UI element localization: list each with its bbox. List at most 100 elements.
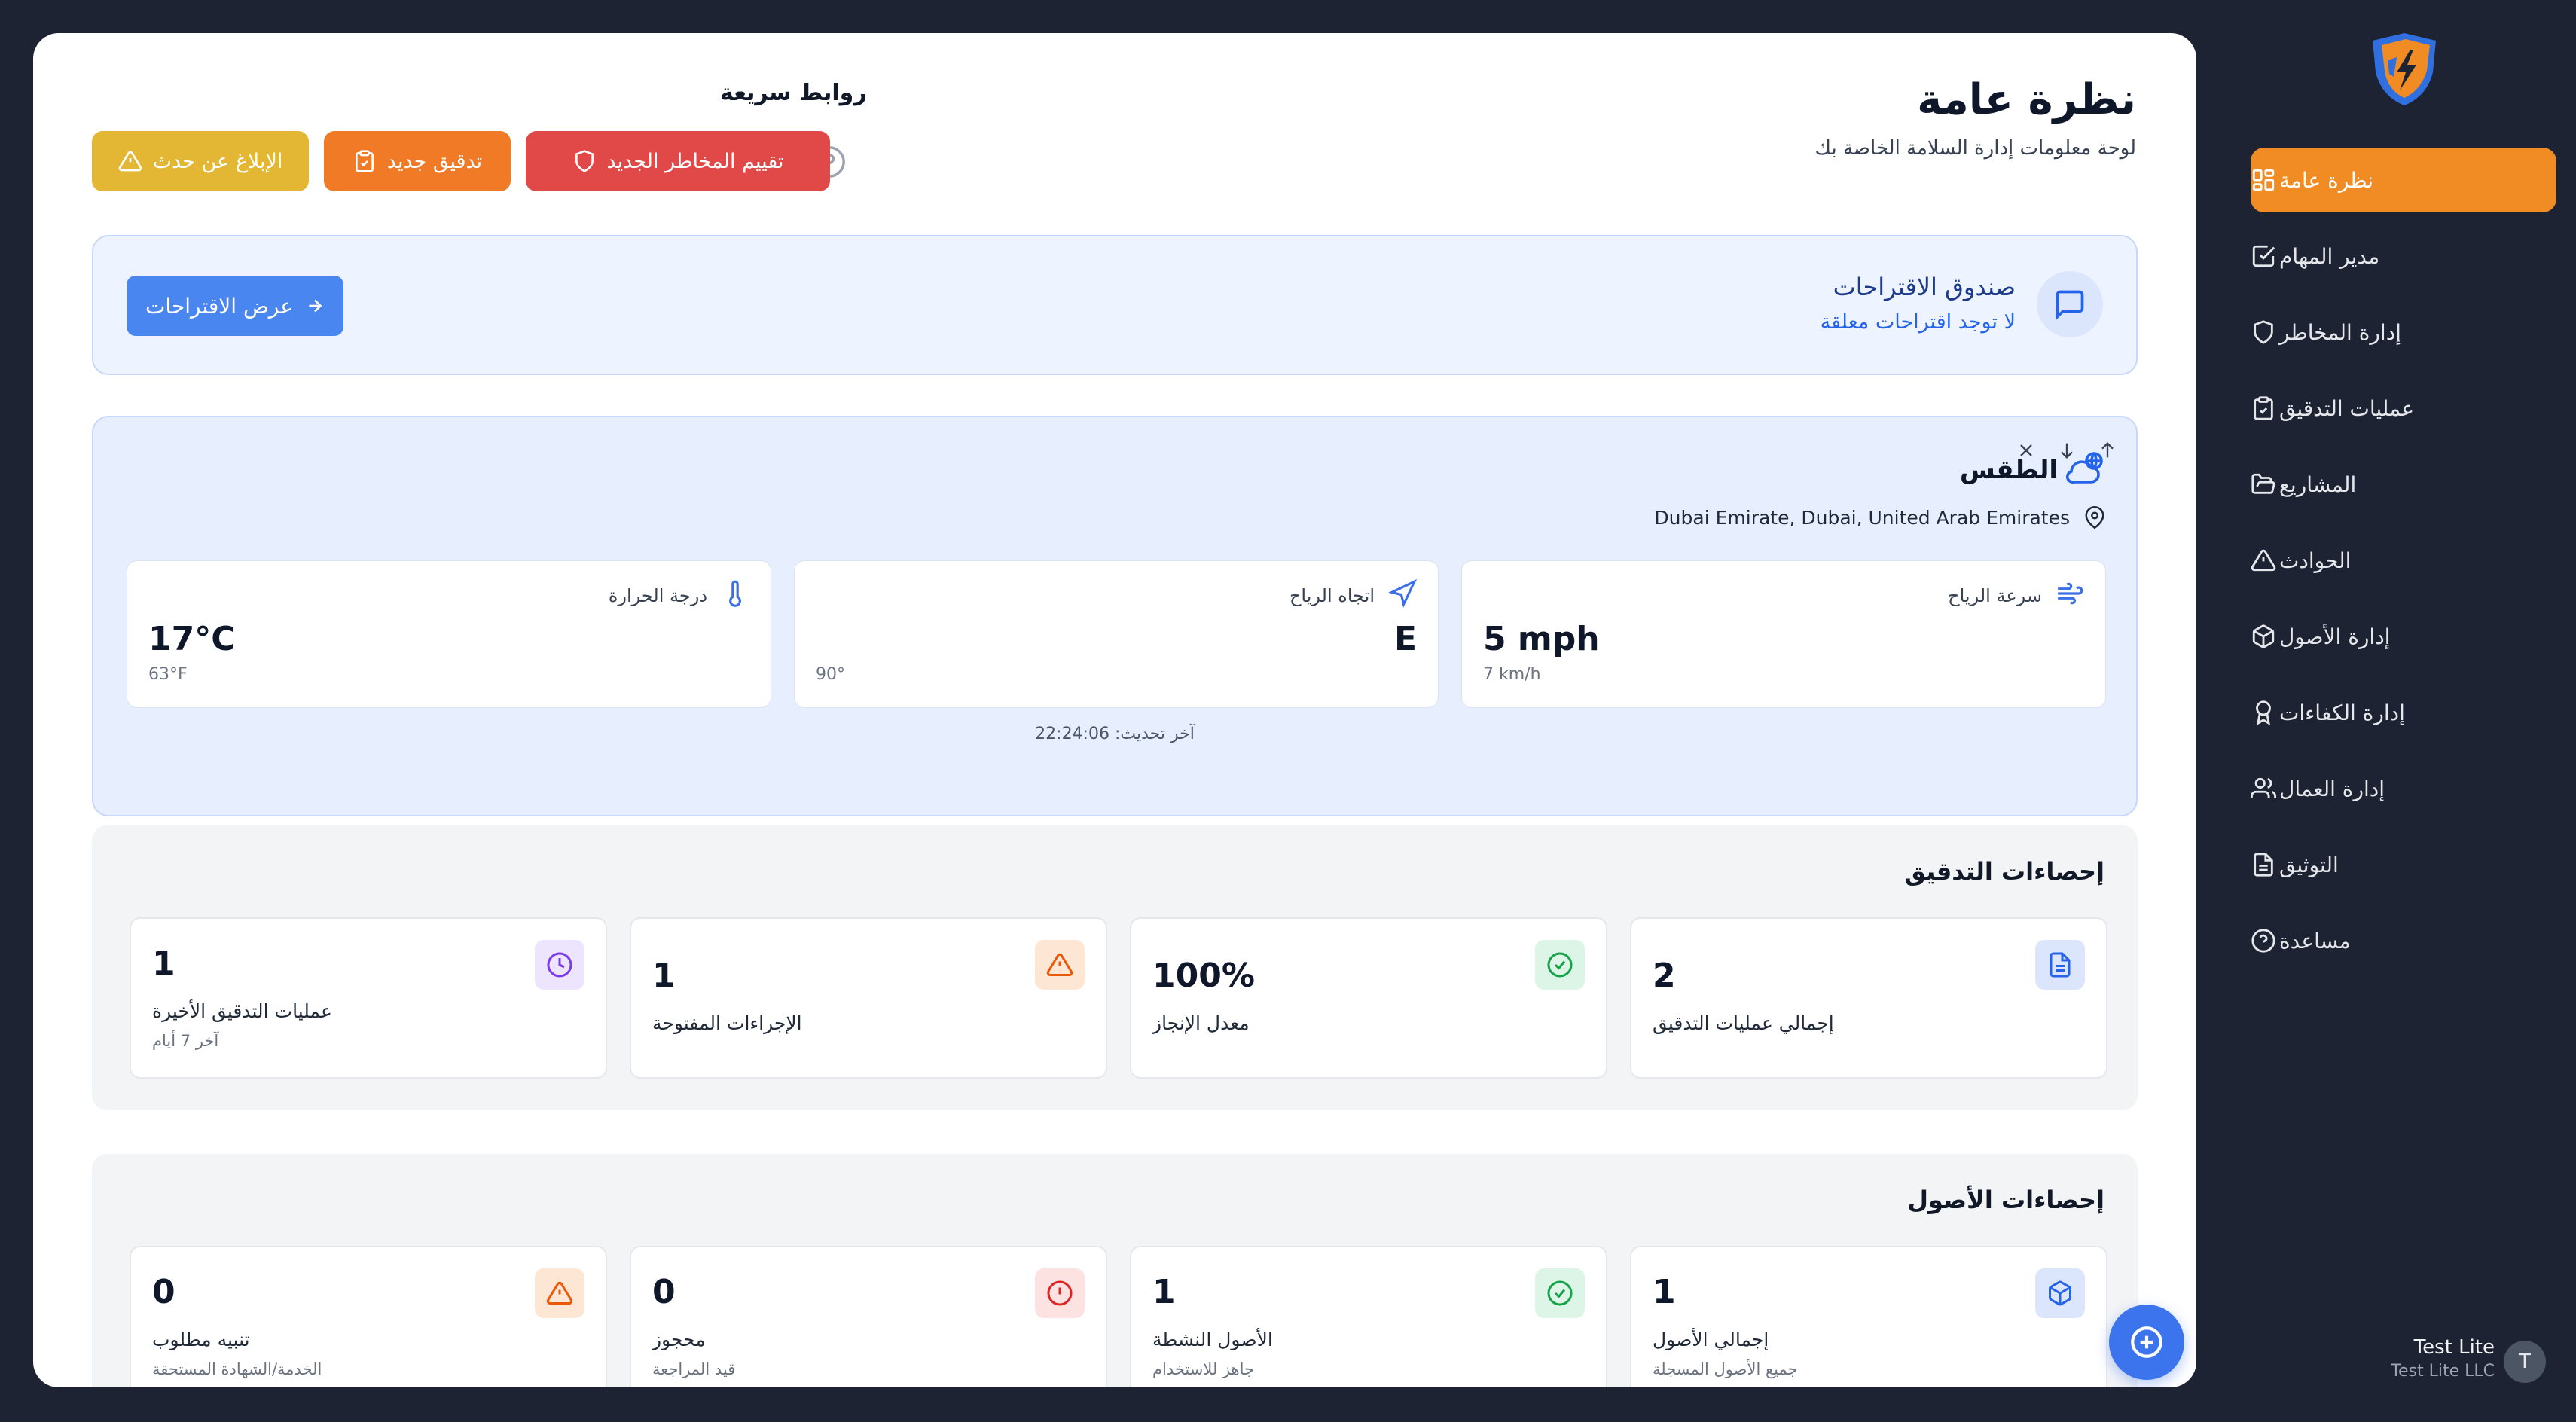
user-profile[interactable]: T Test Lite Test Lite LLC (2388, 1333, 2553, 1386)
users-icon (2251, 776, 2276, 801)
avatar[interactable]: T (2504, 1341, 2546, 1383)
stat-card-total-assets[interactable]: 1 إجمالي الأصول جميع الأصول المسجلة (1630, 1246, 2107, 1387)
sidebar-item-audits[interactable]: عمليات التدقيق (2251, 376, 2556, 441)
wind-speed-label: سرعة الرياح (1948, 585, 2042, 606)
section-title: إحصاءات التدقيق (1904, 857, 2104, 886)
arrow-down-icon[interactable] (2056, 440, 2077, 461)
button-label: تقييم المخاطر الجديد (606, 149, 784, 173)
stat-value: 1 (1653, 1273, 1676, 1311)
clipboard-check-icon (353, 149, 377, 173)
stat-value: 0 (152, 1273, 175, 1311)
stat-label: تنبيه مطلوب (152, 1329, 250, 1350)
package-icon (2251, 624, 2276, 649)
sidebar: نظرة عامة مدير المهام إدارة المخاطر عملي… (2214, 0, 2576, 1422)
stat-label: الأصول النشطة (1152, 1329, 1273, 1350)
sidebar-item-label: نظرة عامة (2279, 167, 2374, 193)
stat-card-alert-required[interactable]: 0 تنبيه مطلوب الخدمة/الشهادة المستحقة (130, 1246, 607, 1387)
clipboard-check-icon (2251, 395, 2276, 421)
sidebar-item-label: مدير المهام (2279, 243, 2380, 269)
check-circle-icon (1535, 940, 1585, 990)
temperature-celsius: 17°C (148, 620, 236, 658)
stat-card-active-assets[interactable]: 1 الأصول النشطة جاهز للاستخدام (1130, 1246, 1607, 1387)
stat-card-completion-rate[interactable]: 100% معدل الإنجاز (1130, 917, 1607, 1079)
sidebar-item-label: إدارة المخاطر (2279, 319, 2401, 345)
message-square-icon (2037, 271, 2103, 337)
quick-links-title: روابط سريعة (720, 80, 867, 106)
close-icon[interactable] (2016, 440, 2037, 461)
shield-icon (2251, 319, 2276, 345)
stat-card-open-actions[interactable]: 1 الإجراءات المفتوحة (630, 917, 1107, 1079)
arrow-up-icon[interactable] (2097, 440, 2118, 461)
sidebar-item-incidents[interactable]: الحوادث (2251, 528, 2556, 593)
new-audit-button[interactable]: تدقيق جديد (324, 131, 511, 191)
stat-label: عمليات التدقيق الأخيرة (152, 1000, 332, 1022)
sidebar-item-documentation[interactable]: التوثيق (2251, 832, 2556, 897)
sidebar-item-assets[interactable]: إدارة الأصول (2251, 604, 2556, 669)
plus-circle-icon (2128, 1323, 2165, 1361)
map-pin-icon (2083, 506, 2106, 529)
wind-speed-value: 5 mph (1483, 620, 1600, 658)
suggestion-box-status: لا توجد اقتراحات معلقة (1820, 310, 2016, 334)
temperature-label: درجة الحرارة (608, 585, 707, 606)
warning-triangle-icon (2251, 548, 2276, 573)
suggestion-box: صندوق الاقتراحات لا توجد اقتراحات معلقة … (92, 235, 2138, 375)
wind-direction-value: E (1393, 620, 1417, 658)
page-title: نظرة عامة (1917, 75, 2136, 124)
sidebar-item-label: مساعدة (2279, 928, 2351, 954)
wind-direction-card: اتجاه الرياح E 90° (794, 560, 1439, 708)
sidebar-item-label: التوثيق (2279, 852, 2339, 877)
stat-label: محجوز (652, 1329, 706, 1350)
award-icon (2251, 700, 2276, 725)
sidebar-item-projects[interactable]: المشاريع (2251, 452, 2556, 517)
wind-direction-label: اتجاه الرياح (1289, 585, 1375, 606)
wind-direction-degrees: 90° (816, 665, 845, 684)
stat-sublabel: الخدمة/الشهادة المستحقة (152, 1360, 322, 1378)
sidebar-item-label: إدارة الكفاءات (2279, 700, 2405, 725)
thermometer-icon (721, 579, 749, 608)
floating-add-button[interactable] (2109, 1305, 2184, 1380)
document-icon (2251, 852, 2276, 877)
sidebar-item-overview[interactable]: نظرة عامة (2251, 148, 2556, 212)
button-label: الإبلاغ عن حدث (152, 149, 283, 173)
arrow-right-icon (305, 296, 325, 316)
weather-location: Dubai Emirate, Dubai, United Arab Emirat… (1654, 506, 2106, 529)
clock-icon (535, 940, 584, 990)
sidebar-item-label: إدارة العمال (2279, 776, 2385, 801)
view-suggestions-button[interactable]: عرض الاقتراحات (127, 276, 343, 336)
shield-icon (572, 149, 597, 173)
stat-value: 2 (1653, 957, 1676, 995)
weather-title: الطقس (1959, 455, 2058, 485)
wind-speed-card: سرعة الرياح 5 mph 7 km/h (1461, 560, 2106, 708)
weather-widget: الطقس Dubai Emirate, Dubai, United Arab … (92, 416, 2138, 816)
file-text-icon (2035, 940, 2085, 990)
stat-sublabel: جميع الأصول المسجلة (1653, 1360, 1798, 1378)
sidebar-item-label: الحوادث (2279, 548, 2352, 573)
dashboard-icon (2251, 167, 2276, 193)
stat-label: إجمالي الأصول (1653, 1329, 1769, 1350)
help-circle-icon (2251, 928, 2276, 954)
stat-card-recent-audits[interactable]: 1 عمليات التدقيق الأخيرة آخر 7 أيام (130, 917, 607, 1079)
asset-stats-section: إحصاءات الأصول 1 إجمالي الأصول جميع الأص… (92, 1154, 2138, 1387)
sidebar-item-label: عمليات التدقيق (2279, 395, 2415, 421)
user-organization: Test Lite LLC (2391, 1362, 2495, 1381)
sidebar-item-risk-management[interactable]: إدارة المخاطر (2251, 300, 2556, 365)
stat-card-total-audits[interactable]: 2 إجمالي عمليات التدقيق (1630, 917, 2107, 1079)
wind-speed-kmh: 7 km/h (1483, 665, 1541, 684)
stat-value: 1 (652, 957, 676, 995)
sidebar-item-task-manager[interactable]: مدير المهام (2251, 224, 2556, 288)
folder-open-icon (2251, 471, 2276, 497)
sidebar-item-workers[interactable]: إدارة العمال (2251, 756, 2556, 821)
audit-stats-section: إحصاءات التدقيق 2 إجمالي عمليات التدقيق … (92, 825, 2138, 1110)
app-logo[interactable] (2367, 30, 2442, 108)
report-incident-button[interactable]: الإبلاغ عن حدث (92, 131, 309, 191)
stat-sublabel: قيد المراجعة (652, 1360, 736, 1378)
new-risk-assessment-button[interactable]: تقييم المخاطر الجديد (526, 131, 830, 191)
stat-card-reserved-assets[interactable]: 0 محجوز قيد المراجعة (630, 1246, 1107, 1387)
stat-value: 0 (652, 1273, 676, 1311)
wind-icon (2056, 579, 2084, 608)
temperature-fahrenheit: 63°F (148, 665, 188, 684)
sidebar-item-competencies[interactable]: إدارة الكفاءات (2251, 680, 2556, 745)
sidebar-nav: نظرة عامة مدير المهام إدارة المخاطر عملي… (2251, 148, 2556, 984)
main-panel: نظرة عامة لوحة معلومات إدارة السلامة الخ… (33, 33, 2196, 1387)
sidebar-item-help[interactable]: مساعدة (2251, 908, 2556, 973)
